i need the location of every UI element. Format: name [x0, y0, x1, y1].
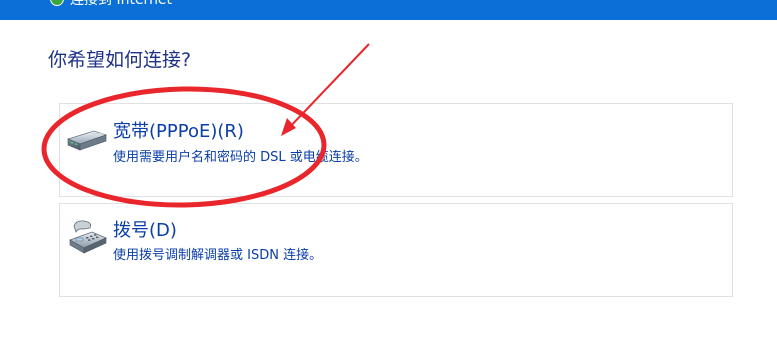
broadband-option-title: 宽带(PPPoE)(R) — [113, 121, 244, 142]
broadband-option-description: 使用需要用户名和密码的 DSL 或电缆连接。 — [113, 150, 368, 165]
window-titlebar: 连接到 Internet — [0, 0, 777, 20]
broadband-modem-icon — [66, 130, 108, 151]
window-title: 连接到 Internet — [70, 0, 173, 8]
internet-connection-icon — [50, 0, 64, 6]
broadband-pppoe-option[interactable]: 宽带(PPPoE)(R) 使用需要用户名和密码的 DSL 或电缆连接。 — [59, 103, 733, 197]
dialup-option-description: 使用拨号调制解调器或 ISDN 连接。 — [113, 248, 323, 263]
page-heading: 你希望如何连接? — [48, 49, 192, 71]
dialup-phone-icon — [69, 220, 107, 254]
dialup-option-title: 拨号(D) — [113, 220, 177, 241]
dialup-option[interactable]: 拨号(D) 使用拨号调制解调器或 ISDN 连接。 — [59, 203, 733, 297]
